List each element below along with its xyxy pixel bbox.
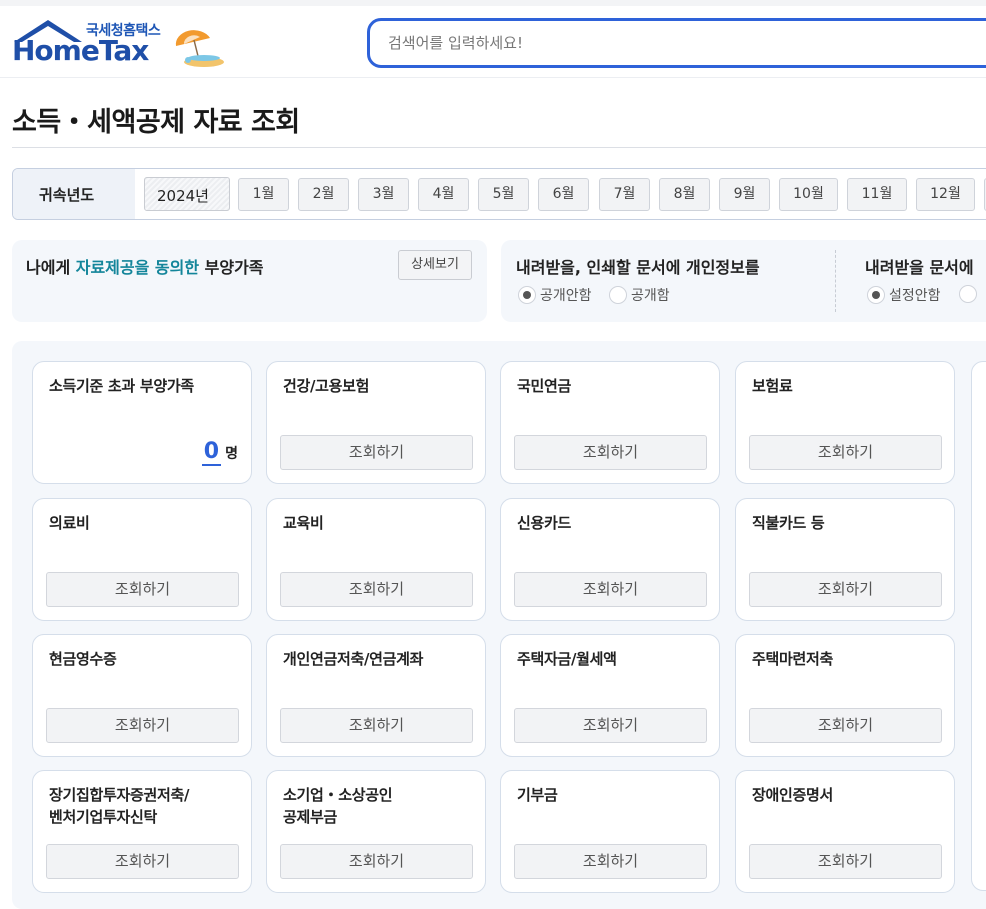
radio-empty-icon [609,286,627,304]
card-title: 소득기준 초과 부양가족 [49,377,194,395]
radio-download-off[interactable]: 설정안함 [867,285,941,305]
privacy-option-title: 내려받을, 인쇄할 문서에 개인정보를 [516,258,760,277]
inquiry-button[interactable]: 조회하기 [46,844,239,879]
card-education-expense: 교육비 조회하기 [266,498,486,621]
detail-view-button[interactable]: 상세보기 [398,250,472,280]
card-title: 의료비 [49,514,90,532]
month-button-7[interactable]: 7월 [599,178,650,211]
inquiry-button[interactable]: 조회하기 [749,435,942,470]
inquiry-button[interactable]: 조회하기 [514,844,707,879]
inquiry-button[interactable]: 조회하기 [46,572,239,607]
document-options-panel: 내려받을, 인쇄할 문서에 개인정보를 공개안함 공개함 내려받을 문서에 설정… [501,240,986,322]
card-title: 국민연금 [517,377,572,395]
period-selector: 귀속년도 2024년 1월 2월 3월 4월 5월 6월 7월 8월 9월 10… [12,168,986,220]
month-button-2[interactable]: 2월 [298,178,349,211]
card-long-term-fund-venture: 장기집합투자증권저축/벤처기업투자신탁 조회하기 [32,770,252,893]
inquiry-button[interactable]: 조회하기 [749,708,942,743]
card-title: 소기업・소상공인 공제부금 [283,786,393,826]
month-button-12[interactable]: 12월 [916,178,975,211]
card-medical-expense: 의료비 조회하기 [32,498,252,621]
inquiry-button[interactable]: 조회하기 [280,572,473,607]
card-disability-certificate: 장애인증명서 조회하기 [735,770,955,893]
month-button-4[interactable]: 4월 [418,178,469,211]
title-divider [12,147,986,148]
card-title: 현금영수증 [49,650,117,668]
side-panel-card [971,361,986,891]
card-title: 장기집합투자증권저축/벤처기업투자신탁 [49,786,190,826]
card-title: 직불카드 등 [752,514,825,532]
radio-privacy-show[interactable]: 공개함 [609,285,670,305]
inquiry-button[interactable]: 조회하기 [514,708,707,743]
beach-umbrella-icon [175,30,224,67]
month-button-10[interactable]: 10월 [779,178,838,211]
radio-privacy-hide[interactable]: 공개안함 [518,285,592,305]
card-title: 기부금 [517,786,558,804]
header-top-strip [0,0,986,6]
dependents-panel-title: 나에게 자료제공을 동의한 부양가족 [26,258,264,277]
card-title: 건강/고용보험 [283,377,370,395]
card-debit-card: 직불카드 등 조회하기 [735,498,955,621]
radio-download-on[interactable] [959,285,981,303]
card-title: 보험료 [752,377,793,395]
inquiry-button[interactable]: 조회하기 [280,435,473,470]
logo-title: HomeTax [12,34,149,67]
inquiry-button[interactable]: 조회하기 [749,844,942,879]
month-button-6[interactable]: 6월 [538,178,589,211]
month-button-3[interactable]: 3월 [358,178,409,211]
card-dependents-over-income: 소득기준 초과 부양가족 0명 [32,361,252,484]
dependents-count[interactable]: 0명 [201,439,238,466]
radio-empty-icon [959,285,977,303]
inquiry-button[interactable]: 조회하기 [46,708,239,743]
card-credit-card: 신용카드 조회하기 [500,498,720,621]
card-housing-savings: 주택마련저축 조회하기 [735,634,955,757]
card-title: 신용카드 [517,514,572,532]
card-small-business-mutual-aid: 소기업・소상공인 공제부금 조회하기 [266,770,486,893]
header: 국세청홈택스 HomeTax [0,0,986,78]
radio-selected-icon [867,286,885,304]
inquiry-button[interactable]: 조회하기 [749,572,942,607]
month-button-11[interactable]: 11월 [847,178,907,211]
card-national-pension: 국민연금 조회하기 [500,361,720,484]
card-title: 주택마련저축 [752,650,834,668]
card-title: 장애인증명서 [752,786,834,804]
month-button-9[interactable]: 9월 [719,178,770,211]
panel-divider [835,250,836,312]
inquiry-button[interactable]: 조회하기 [514,435,707,470]
month-button-5[interactable]: 5월 [478,178,529,211]
card-insurance-premium: 보험료 조회하기 [735,361,955,484]
card-health-employment-insurance: 건강/고용보험 조회하기 [266,361,486,484]
card-cash-receipt: 현금영수증 조회하기 [32,634,252,757]
year-label-cell: 귀속년도 [13,169,135,219]
inquiry-button[interactable]: 조회하기 [514,572,707,607]
card-donation: 기부금 조회하기 [500,770,720,893]
download-option-title: 내려받을 문서에 [865,258,974,277]
card-title: 주택자금/월세액 [517,650,617,668]
year-label: 귀속년도 [39,186,95,204]
month-button-8[interactable]: 8월 [659,178,710,211]
card-housing-fund-rent: 주택자금/월세액 조회하기 [500,634,720,757]
month-button-1[interactable]: 1월 [238,178,289,211]
radio-selected-icon [518,286,536,304]
search-input[interactable] [388,32,948,54]
hometax-logo[interactable]: 국세청홈택스 HomeTax [10,18,225,72]
card-title: 교육비 [283,514,324,532]
dependents-panel: 나에게 자료제공을 동의한 부양가족 상세보기 [12,240,487,322]
page-title: 소득・세액공제 자료 조회 [12,107,300,138]
inquiry-button[interactable]: 조회하기 [280,708,473,743]
search-box[interactable] [367,18,986,68]
year-select[interactable]: 2024년 [144,177,230,211]
card-pension-savings: 개인연금저축/연금계좌 조회하기 [266,634,486,757]
inquiry-button[interactable]: 조회하기 [280,844,473,879]
card-title: 개인연금저축/연금계좌 [283,650,424,668]
